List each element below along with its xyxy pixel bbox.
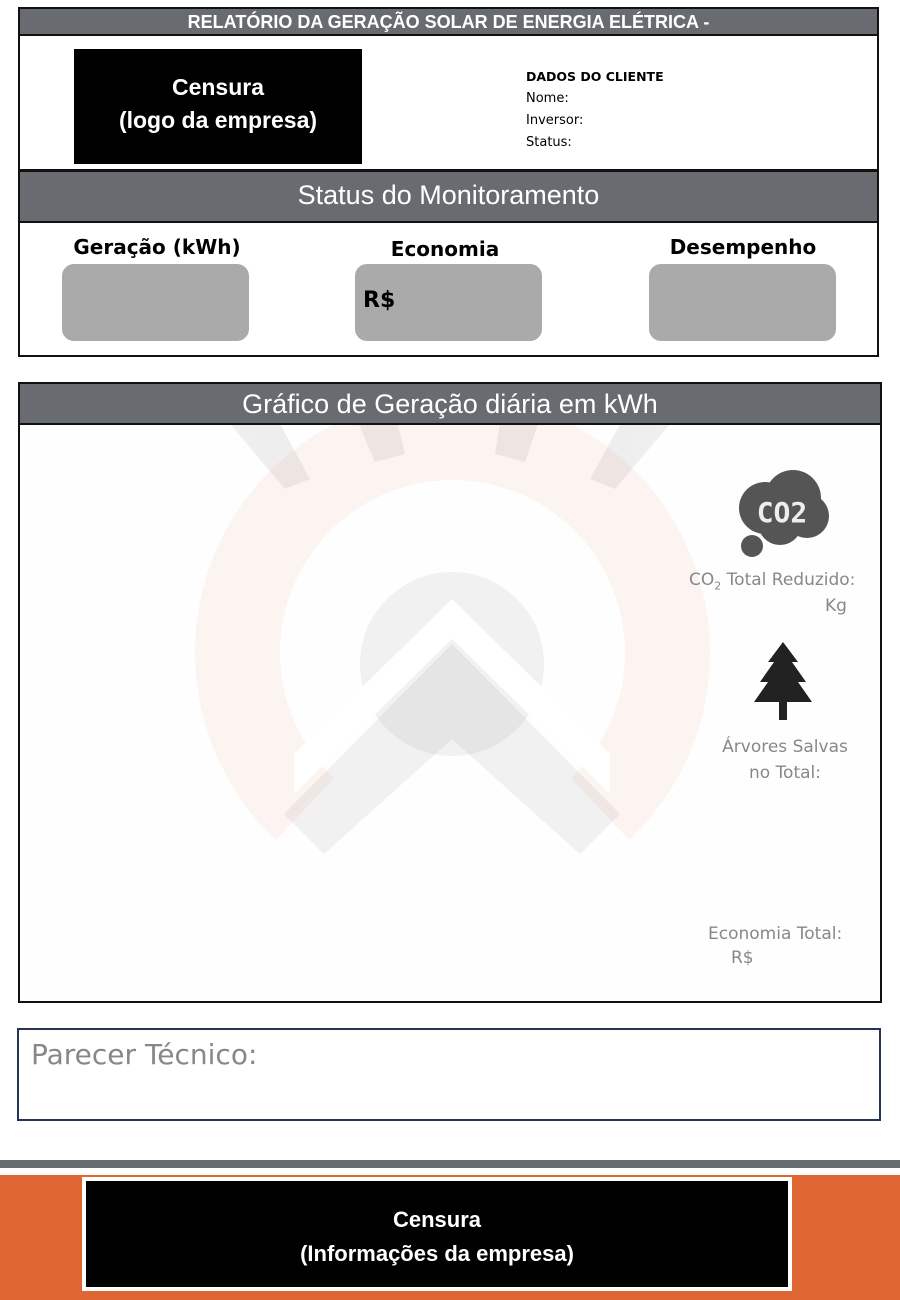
- generation-label: Geração (kWh): [73, 235, 241, 259]
- chart-title: Gráfico de Geração diária em kWh: [18, 382, 882, 425]
- performance-label: Desempenho: [669, 235, 817, 259]
- trees-saved-label: Árvores Salvas no Total:: [722, 737, 848, 783]
- savings-total-label: Economia Total:: [708, 924, 843, 944]
- savings-label: Economia: [390, 237, 500, 261]
- performance-card: [649, 264, 836, 341]
- savings-value: R$: [363, 288, 396, 313]
- generation-card: [62, 264, 249, 341]
- status-section-title: Status do Monitoramento: [18, 170, 879, 223]
- client-inverter-label: Inversor:: [526, 113, 584, 128]
- technical-opinion-label: Parecer Técnico:: [31, 1038, 258, 1071]
- tree-icon: [754, 642, 812, 720]
- logo-line1: Censura: [171, 74, 265, 100]
- svg-text:CO2: CO2: [757, 496, 808, 529]
- footer-line2: (Informações da empresa): [300, 1241, 574, 1266]
- co2-cloud-icon: CO2: [739, 470, 829, 557]
- report-title: RELATÓRIO DA GERAÇÃO SOLAR DE ENERGIA EL…: [18, 7, 879, 36]
- client-status-label: Status:: [526, 135, 572, 150]
- savings-total-value: R$: [731, 948, 754, 968]
- footer-line1: Censura: [392, 1207, 482, 1232]
- client-name-label: Nome:: [526, 91, 569, 106]
- footer-divider: [0, 1160, 900, 1168]
- company-logo-censored: Censura (logo da empresa): [74, 49, 362, 164]
- savings-card: R$: [355, 264, 542, 341]
- client-heading: DADOS DO CLIENTE: [526, 69, 664, 84]
- company-info-censored: Censura (Informações da empresa): [82, 1177, 792, 1291]
- client-data: DADOS DO CLIENTE Nome: Inversor: Status:: [526, 66, 664, 154]
- co2-unit: Kg: [825, 596, 847, 616]
- technical-opinion-box: Parecer Técnico:: [17, 1028, 881, 1121]
- logo-line2: (logo da empresa): [118, 107, 318, 133]
